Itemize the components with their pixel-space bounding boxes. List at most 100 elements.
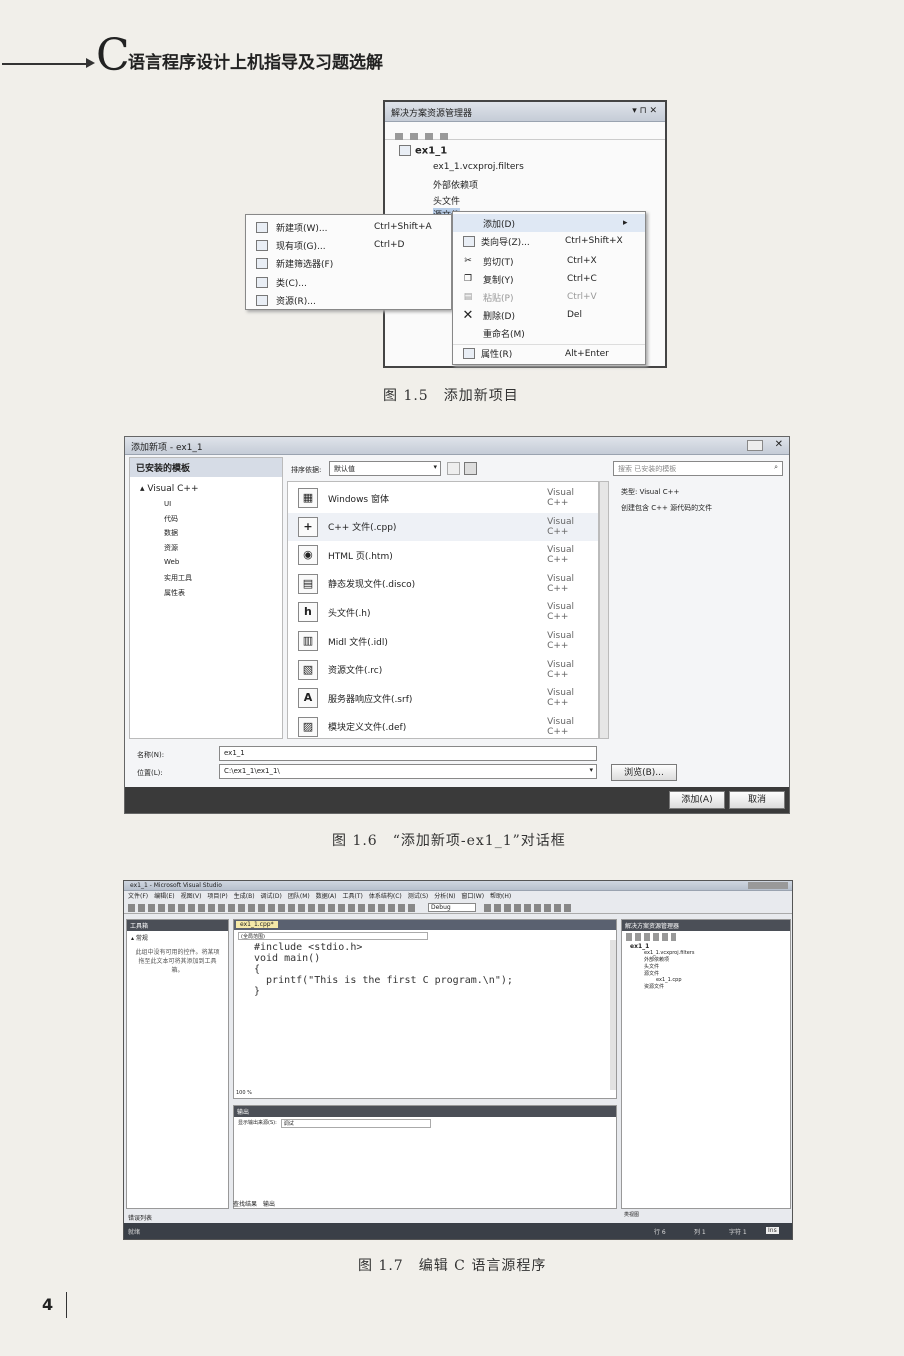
tab-find-results[interactable]: 查找结果 [233,1199,257,1208]
fig17-config-select[interactable]: Debug [428,903,476,912]
ide-menu-item[interactable]: 体系结构(C) [369,891,402,902]
fig16-browse-button[interactable]: 浏览(B)... [611,764,677,781]
ide-menu-item[interactable]: 编辑(E) [154,891,174,902]
properties-icon[interactable] [395,133,403,140]
ide-menu-item[interactable]: 工具(T) [343,891,363,902]
fig17-solution-explorer: 解决方案资源管理器 ex1_1 ex1_1.vcxproj.filters 外部… [621,919,791,1209]
menu-item-delete[interactable]: ✕ 删除(D) Del [453,306,645,324]
ide-menu-item[interactable]: 生成(B) [234,891,255,902]
fig15-panel-toolbar [385,122,665,140]
fig17-editor-tab[interactable]: ex1_1.cpp* [236,921,278,928]
show-all-icon[interactable] [410,133,419,140]
ide-menu-item[interactable]: 调试(D) [261,891,282,902]
fig15-tree-item[interactable]: 外部依赖项 [433,178,478,191]
code-line: { [254,964,261,975]
ide-menu-item[interactable]: 项目(P) [207,891,227,902]
fig15-submenu-left: 新建项(W)... Ctrl+Shift+A 现有项(G)... Ctrl+D 新建… [245,214,452,310]
view-class-icon[interactable] [440,133,449,140]
template-item[interactable]: h 头文件(.h) Visual C++ [288,598,598,626]
fig16-help-button[interactable] [747,440,763,451]
template-type: Visual C++ [547,573,574,594]
menu-item-paste[interactable]: ▤ 粘贴(P) Ctrl+V [453,288,645,306]
menu-item-resource[interactable]: 资源(R)... [246,291,451,309]
fig17-sol-tab[interactable]: 类视图 [624,1211,639,1218]
menu-item-class-wizard[interactable]: 类向导(Z)... Ctrl+Shift+X [453,232,645,250]
fig17-scope-select[interactable]: (全局范围) [238,932,428,940]
menu-item-existing-item[interactable]: 现有项(G)... Ctrl+D [246,236,451,254]
fig17-sol-project[interactable]: ex1_1 [622,943,790,950]
menu-item-new-item[interactable]: 新建项(W)... Ctrl+Shift+A [246,218,451,236]
fig16-tree-child[interactable]: Web [164,558,179,566]
ide-menu-item[interactable]: 视图(V) [181,891,202,902]
fig16-tree-child[interactable]: 实用工具 [164,573,192,583]
fig16-tree-child[interactable]: 数据 [164,528,178,538]
fig16-tree-child[interactable]: 资源 [164,543,178,553]
template-item[interactable]: A 服务器响应文件(.srf) Visual C++ [288,684,598,712]
template-type: Visual C++ [547,545,574,566]
fig16-tree-child[interactable]: 代码 [164,514,178,524]
refresh-icon[interactable] [425,133,434,140]
ide-menu-item[interactable]: 数据(A) [316,891,337,902]
list-view-icon[interactable] [447,462,460,475]
fig16-cancel-button[interactable]: 取消 [729,791,785,809]
menu-item-new-filter[interactable]: 新建筛选器(F) [246,254,451,272]
toolbar-icons[interactable] [128,904,418,912]
fig17-sol-item[interactable]: 外部依赖项 [622,956,790,963]
fig17-code[interactable]: #include <stdio.h> void main(){ printf("T… [254,942,513,997]
fig16-search-input[interactable]: 搜索 已安装的模板 ⌕ [613,461,783,476]
fig16-add-button[interactable]: 添加(A) [669,791,725,809]
fig16-tree-child[interactable]: UI [164,500,171,508]
template-item[interactable]: ▤ 静态发现文件(.disco) Visual C++ [288,570,598,598]
menu-item-copy[interactable]: ❐ 复制(Y) Ctrl+C [453,270,645,288]
ide-menu-item[interactable]: 团队(M) [288,891,310,902]
fig15-tree-item[interactable]: ex1_1.vcxproj.filters [433,162,524,172]
fig16-tree-root[interactable]: ▴ Visual C++ [140,484,199,494]
fig17-task-label[interactable]: 错误列表 [128,1213,152,1222]
ide-menu-item[interactable]: 测试(S) [408,891,429,902]
ide-menu-item[interactable]: 帮助(H) [490,891,511,902]
fig16-sort-select[interactable]: 默认值 ▾ [329,461,441,476]
menu-item-properties[interactable]: 属性(R) Alt+Enter [453,344,645,362]
fig15-project-node[interactable]: ex1_1 [399,145,447,157]
fig16-location-label: 位置(L): [137,769,163,777]
template-item[interactable]: ▧ 资源文件(.rc) Visual C++ [288,656,598,684]
fig15-panel-controls[interactable]: ▾ ⊓ ✕ [632,106,657,116]
fig17-zoom[interactable]: 100 % [236,1090,252,1096]
fig17-sol-item[interactable]: 头文件 [622,963,790,970]
fig17-toolbox-group[interactable]: ▴ 常规 [127,931,228,944]
chevron-down-icon: ▾ [433,463,437,471]
ide-menu-item[interactable]: 窗口(W) [461,891,484,902]
template-item[interactable]: ▦ Windows 窗体 Visual C++ [288,484,598,512]
menu-item-add[interactable]: 添加(D) ▸ [453,214,645,232]
template-file-icon: ▥ [298,631,318,651]
template-name: Midl 文件(.idl) [327,637,388,648]
fig17-sol-item[interactable]: 资源文件 [622,983,790,990]
tab-output[interactable]: 输出 [263,1199,275,1208]
ide-menu-item[interactable]: 文件(F) [128,891,148,902]
menu-item-rename[interactable]: 重命名(M) [453,324,645,342]
ide-menu-item[interactable]: 分析(N) [434,891,455,902]
fig16-name-input[interactable]: ex1_1 [219,746,597,761]
menu-item-class[interactable]: 类(C)... [246,273,451,291]
fig17-sol-item[interactable]: 源文件 [622,970,790,977]
template-file-icon: ▧ [298,659,318,680]
fig16-list-scrollbar[interactable] [599,481,609,739]
template-item[interactable]: ▨ 模块定义文件(.def) Visual C++ [288,713,598,738]
grid-view-icon[interactable] [464,462,477,475]
chevron-down-icon: ▾ [589,766,593,774]
template-item[interactable]: ▥ Midl 文件(.idl) Visual C++ [288,627,598,655]
fig16-location-input[interactable]: C:\ex1_1\ex1_1\ ▾ [219,764,597,779]
fig15-tree-item[interactable]: 头文件 [433,194,460,207]
fig17-window-controls[interactable] [748,882,788,889]
fig17-sol-toolbar[interactable] [626,933,676,941]
fig16-close-icon[interactable]: ✕ [775,439,783,450]
menu-item-cut[interactable]: ✂ 剪切(T) Ctrl+X [453,252,645,270]
fig17-editor-scrollbar[interactable] [610,940,616,1090]
fig16-template-tree: 已安装的模板 ▴ Visual C++ UI 代码 数据 资源 Web 实用工具… [129,457,283,739]
template-item[interactable]: ◉ HTML 页(.htm) Visual C++ [288,541,598,569]
fig16-sort-label: 排序依据: [291,466,322,474]
fig17-output-select[interactable]: 调试 [280,1119,431,1128]
toolbar-icons-right[interactable] [484,904,574,912]
fig16-tree-child[interactable]: 属性表 [164,588,185,598]
template-item[interactable]: + C++ 文件(.cpp) Visual C++ [288,512,598,541]
